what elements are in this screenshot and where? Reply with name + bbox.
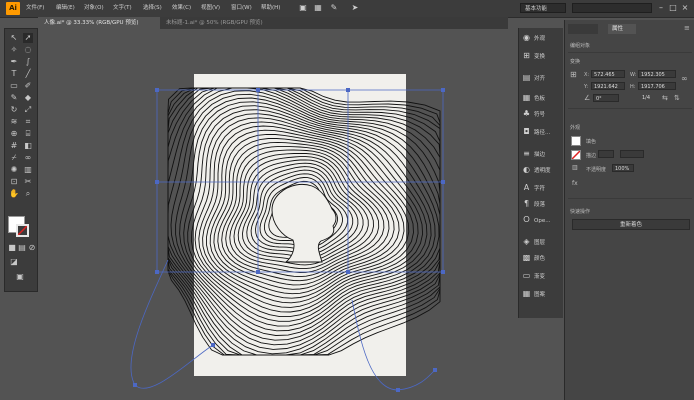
dock-pathfinder[interactable]: ◘ 路径... <box>522 124 550 140</box>
swatches-icon: ▦ <box>522 93 531 102</box>
dock-opentype[interactable]: Ｏ Ope... <box>522 212 551 228</box>
dock-paragraph[interactable]: ¶ 段落 <box>522 196 545 212</box>
dock-transform[interactable]: ⊞ 变换 <box>522 48 545 64</box>
dock-symbols[interactable]: ♣ 符号 <box>522 106 545 122</box>
anchor-points[interactable] <box>133 88 445 392</box>
pathfinder-icon: ◘ <box>523 127 530 136</box>
ratio-value: 1/4 <box>642 95 651 101</box>
constrain-link-icon[interactable]: ∞ <box>681 74 688 83</box>
stroke-label: 描边 <box>586 153 597 159</box>
dock-gradient[interactable]: ▭ 渐变 <box>522 268 545 284</box>
dock-layers[interactable]: ◈ 图层 <box>522 234 545 250</box>
opacity-field[interactable]: 100% <box>612 164 634 172</box>
transparency-icon: ◐ <box>523 165 530 174</box>
divider <box>568 198 692 199</box>
layers-icon: ◈ <box>523 237 530 246</box>
quick-actions-label: 快速操作 <box>570 209 591 215</box>
dock-appearance[interactable]: ◉ 外观 <box>522 30 545 46</box>
tab-properties[interactable]: 属性 <box>608 24 636 34</box>
h-label: H: <box>630 84 636 90</box>
rotate-angle-icon: ∠ <box>584 94 591 102</box>
x-label: X: <box>584 72 590 78</box>
fx-icon[interactable]: fx <box>572 180 578 187</box>
pattern-icon: ▦ <box>522 289 531 298</box>
stroke-icon: ≡ <box>523 149 530 158</box>
selection-type-label: 编组对象 <box>570 43 591 49</box>
transform-section-label: 变换 <box>570 59 581 65</box>
appearance-icon: ◉ <box>523 33 530 42</box>
width-field[interactable]: 1952.305 <box>638 70 676 78</box>
y-label: Y: <box>584 84 589 90</box>
stroke-weight-field[interactable] <box>598 150 614 158</box>
appearance-section-label: 外观 <box>570 125 581 131</box>
dock-pattern[interactable]: ▦ 图案 <box>522 286 545 302</box>
reference-point-icon[interactable]: ⊞ <box>570 70 577 79</box>
opentype-icon: Ｏ <box>522 215 531 224</box>
stroke-style-field[interactable] <box>620 150 644 158</box>
panel-menu-icon[interactable]: ≡ <box>684 24 690 32</box>
fill-label: 填色 <box>586 139 597 145</box>
rotation-field[interactable]: 0° <box>593 94 619 102</box>
divider <box>568 52 692 53</box>
fill-color-swatch[interactable] <box>571 136 581 146</box>
dock-color[interactable]: ▩ 颜色 <box>522 250 545 266</box>
w-label: W: <box>630 72 637 78</box>
color-icon: ▩ <box>522 253 531 262</box>
gradient-icon: ▭ <box>522 271 531 280</box>
divider <box>568 108 692 109</box>
opacity-icon: ▥ <box>572 164 578 171</box>
y-field[interactable]: 1921.642 <box>591 82 625 90</box>
stroke-color-swatch[interactable] <box>571 150 581 160</box>
tab-libraries[interactable] <box>568 24 598 34</box>
recolor-button[interactable]: 重新着色 <box>572 219 690 230</box>
transform-icon: ⊞ <box>523 51 530 60</box>
dock-transparency[interactable]: ◐ 透明度 <box>522 162 551 178</box>
paragraph-icon: ¶ <box>523 199 530 208</box>
dock-character[interactable]: A 字符 <box>522 180 545 196</box>
opacity-label: 不透明度 <box>586 167 607 173</box>
dock-align[interactable]: ▤ 对齐 <box>522 70 545 86</box>
character-icon: A <box>523 183 530 192</box>
dock-stroke[interactable]: ≡ 描边 <box>522 146 545 162</box>
flip-horizontal-icon[interactable]: ⇆ <box>662 94 668 102</box>
align-icon: ▤ <box>522 73 531 82</box>
flip-vertical-icon[interactable]: ⇅ <box>674 94 680 102</box>
dock-swatches[interactable]: ▦ 色板 <box>522 90 545 106</box>
symbols-icon: ♣ <box>522 109 531 118</box>
x-field[interactable]: 572.465 <box>591 70 625 78</box>
height-field[interactable]: 1917.706 <box>638 82 676 90</box>
